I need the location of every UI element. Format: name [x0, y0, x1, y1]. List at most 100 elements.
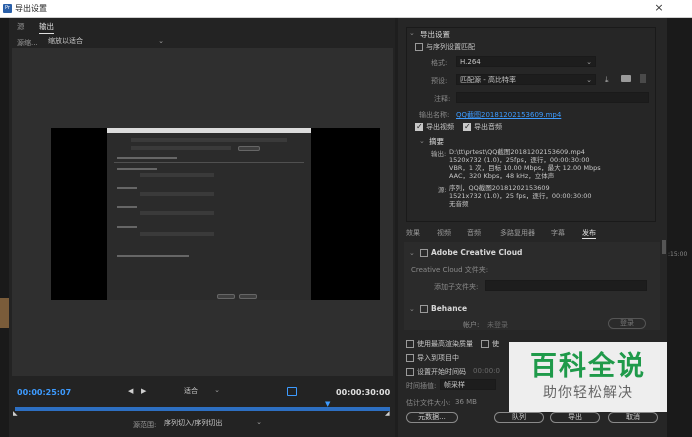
- chevron-down-icon: ⌄: [586, 58, 592, 66]
- match-sequence-checkbox[interactable]: [415, 43, 423, 51]
- use-previews-checkbox[interactable]: [481, 340, 489, 348]
- preview-frame-text: [117, 168, 157, 170]
- background-timeline-time: :15:00: [668, 251, 688, 258]
- add-subfolder-input[interactable]: [485, 280, 647, 291]
- preset-select[interactable]: 匹配源 - 高比特率 ⌄: [456, 74, 596, 85]
- set-start-timecode-checkbox[interactable]: [406, 368, 414, 376]
- summary-source-line: 无音频: [449, 200, 469, 208]
- window-title: 导出设置: [15, 4, 47, 13]
- preview-frame-field: [140, 232, 214, 236]
- cc-folder-label: Creative Cloud 文件夹:: [411, 266, 489, 274]
- background-thumbnail: [0, 298, 9, 328]
- source-range-label: 源范围:: [133, 421, 157, 429]
- premiere-app-icon: Pr: [3, 4, 12, 13]
- tab-output[interactable]: 输出: [39, 21, 54, 34]
- account-label: 帐户:: [463, 321, 480, 329]
- preview-frame-field: [140, 173, 214, 177]
- tab-effects[interactable]: 效果: [406, 228, 420, 238]
- interpolation-value: 帧采样: [444, 381, 465, 389]
- tab-video[interactable]: 视频: [437, 228, 451, 238]
- queue-button[interactable]: 队列: [494, 412, 544, 423]
- behance-login-button[interactable]: 登录: [608, 318, 646, 329]
- import-into-project-label: 导入到项目中: [417, 354, 459, 362]
- comment-label: 注释:: [434, 95, 451, 103]
- export-button[interactable]: 导出: [550, 412, 600, 423]
- in-point-marker-icon[interactable]: ◣: [13, 410, 18, 417]
- aspect-ratio-icon[interactable]: [287, 387, 297, 396]
- preview-frame-text: [117, 187, 137, 189]
- preview-frame-text: [117, 157, 177, 159]
- export-audio-checkbox[interactable]: [463, 122, 471, 131]
- output-name-link[interactable]: QQ截图20181202153609.mp4: [456, 110, 561, 120]
- format-label: 格式:: [431, 59, 448, 67]
- summary-output-line: VBR，1 次，目标 10.00 Mbps，最大 12.00 Mbps: [449, 164, 601, 172]
- interpolation-select[interactable]: 帧采样: [440, 379, 496, 390]
- summary-source-line: 序列，QQ截图20181202153609: [449, 184, 550, 192]
- export-audio-label: 导出音频: [474, 123, 502, 131]
- add-subfolder-label: 添加子文件夹:: [434, 283, 479, 291]
- behance-checkbox[interactable]: [420, 305, 428, 313]
- tab-multiplexer[interactable]: 多路复用器: [500, 228, 535, 238]
- preview-frame-text: [117, 206, 137, 208]
- summary-output-line: D:\tt\prtest\QQ截图20181202153609.mp4: [449, 148, 585, 156]
- export-video-checkbox[interactable]: [415, 122, 423, 131]
- interpolation-label: 时间插值:: [406, 382, 437, 390]
- tab-captions[interactable]: 字幕: [551, 228, 565, 238]
- account-value: 未登录: [487, 321, 508, 329]
- source-range-select[interactable]: 序列切入/序列切出 ⌄: [164, 418, 264, 429]
- preset-label: 预设:: [431, 77, 448, 85]
- summary-source-line: 1521x732 (1.0)，25 fps，逐行，00:00:30:00: [449, 192, 592, 200]
- source-scaling-select[interactable]: 缩放以适合 ⌄: [48, 36, 166, 47]
- letterbox-right: [311, 128, 380, 300]
- delete-preset-icon[interactable]: [640, 74, 646, 83]
- summary-output-label: 输出:: [431, 150, 447, 158]
- summary-source-label: 源:: [438, 186, 447, 194]
- use-previews-label: 使: [492, 340, 499, 348]
- zoom-fit-select[interactable]: 适合 ⌄: [184, 386, 222, 397]
- chevron-down-icon: ⌄: [158, 37, 164, 45]
- tab-source[interactable]: 源: [17, 21, 25, 32]
- background-left-strip: [0, 18, 9, 437]
- save-preset-icon[interactable]: ⤓: [605, 75, 609, 85]
- current-timecode[interactable]: 00:00:25:07: [17, 388, 71, 397]
- chevron-down-icon[interactable]: ⌄: [409, 249, 415, 257]
- background-timeline-strip: [667, 18, 692, 437]
- match-sequence-label: 与序列设置匹配: [426, 43, 475, 51]
- publish-scrollbar[interactable]: [662, 240, 666, 254]
- import-into-project-checkbox[interactable]: [406, 354, 414, 362]
- export-settings-header: 导出设置: [420, 30, 450, 39]
- creative-cloud-label: Adobe Creative Cloud: [431, 248, 523, 257]
- summary-output-line: AAC，320 Kbps，48 kHz，立体声: [449, 172, 555, 180]
- mark-in-icon[interactable]: ◀: [128, 387, 133, 395]
- cancel-button[interactable]: 取消: [608, 412, 658, 423]
- comment-input[interactable]: [456, 92, 649, 103]
- preview-frame-text: [117, 255, 189, 257]
- metadata-button[interactable]: 元数据...: [406, 412, 458, 423]
- preview-frame-field: [131, 146, 231, 150]
- preview-frame-divider: [114, 162, 304, 163]
- letterbox-left: [51, 128, 107, 300]
- preview-frame-field: [131, 138, 287, 142]
- mark-out-icon[interactable]: ▶: [141, 387, 146, 395]
- close-button[interactable]: ×: [652, 1, 666, 15]
- source-range-value: 序列切入/序列切出: [164, 419, 223, 427]
- chevron-down-icon[interactable]: ⌄: [409, 29, 415, 37]
- duration-timecode: 00:00:30:00: [336, 388, 391, 397]
- import-preset-icon[interactable]: [621, 75, 631, 82]
- out-point-marker-icon[interactable]: ◢: [385, 410, 390, 417]
- summary-header: 摘要: [429, 137, 444, 146]
- format-select[interactable]: H.264 ⌄: [456, 56, 596, 67]
- set-start-timecode-label: 设置开始时间码: [417, 368, 466, 376]
- playhead-icon[interactable]: ▼: [325, 400, 332, 408]
- preview-frame-button: [239, 294, 257, 299]
- behance-label: Behance: [431, 304, 468, 313]
- creative-cloud-checkbox[interactable]: [420, 249, 428, 257]
- tab-publish[interactable]: 发布: [582, 228, 596, 239]
- max-render-quality-checkbox[interactable]: [406, 340, 414, 348]
- tab-audio[interactable]: 音频: [467, 228, 481, 238]
- chevron-down-icon[interactable]: ⌄: [419, 137, 425, 145]
- preview-frame-titlebar: [107, 128, 311, 133]
- timeline-track[interactable]: [15, 407, 390, 411]
- start-timecode-value[interactable]: 00:00:0: [473, 367, 500, 375]
- chevron-down-icon[interactable]: ⌄: [409, 305, 415, 313]
